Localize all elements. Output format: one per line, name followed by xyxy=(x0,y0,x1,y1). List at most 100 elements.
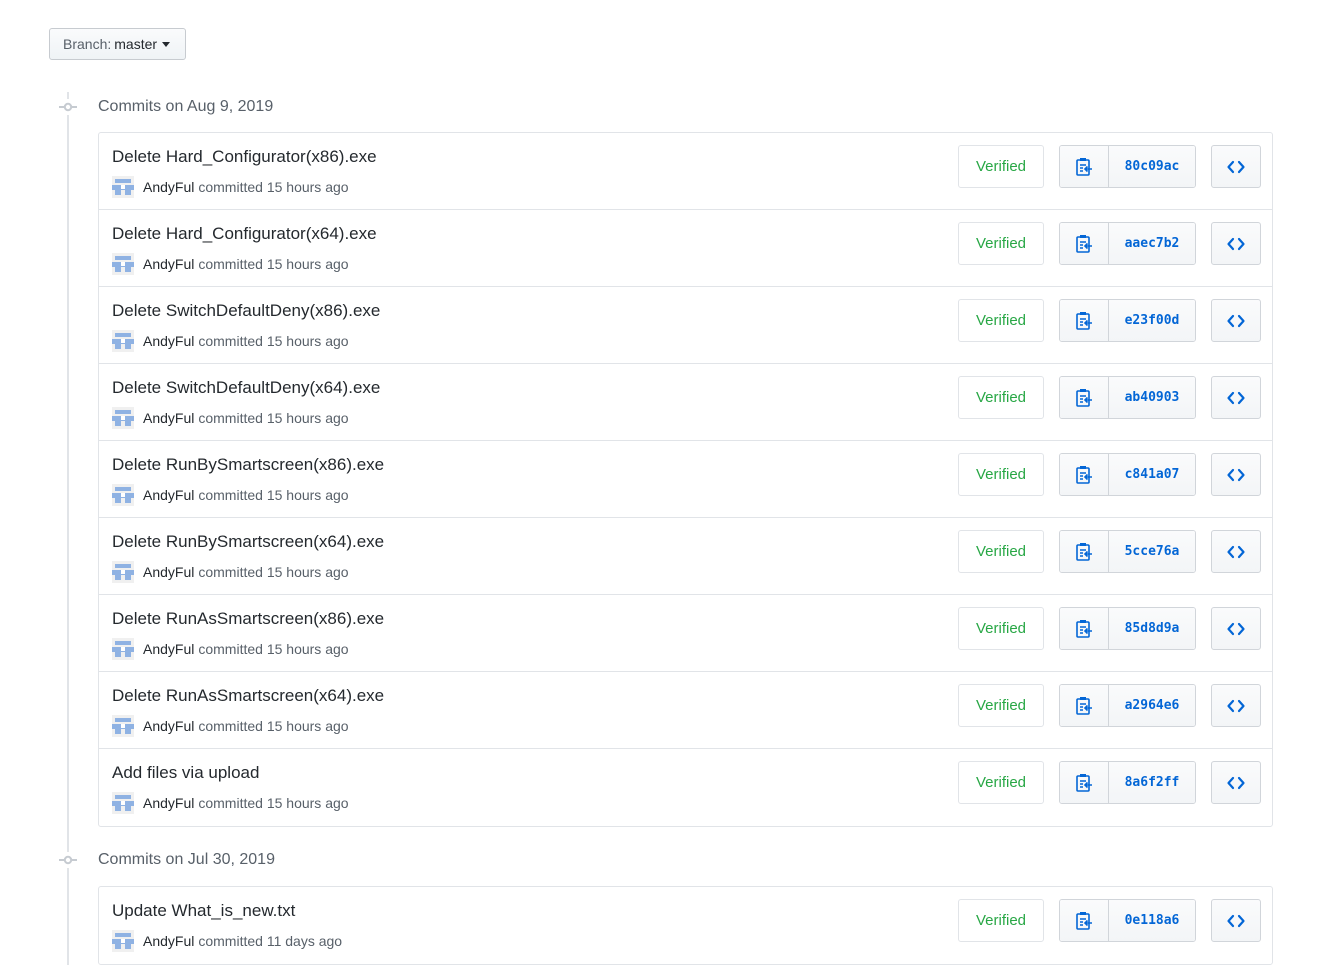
commit-author-link[interactable]: AndyFul xyxy=(143,641,194,657)
browse-repo-button[interactable] xyxy=(1211,530,1261,573)
copy-sha-button[interactable] xyxy=(1060,377,1109,418)
commit-sha-link[interactable]: 8a6f2ff xyxy=(1109,762,1195,803)
clipboard-icon xyxy=(1075,311,1093,331)
verified-badge[interactable]: Verified xyxy=(958,222,1044,265)
commit-message-link[interactable]: Delete RunBySmartscreen(x86).exe xyxy=(112,455,384,475)
commit-message-link[interactable]: Delete SwitchDefaultDeny(x86).exe xyxy=(112,301,380,321)
browse-repo-button[interactable] xyxy=(1211,376,1261,419)
commit-meta: AndyFul committed 15 hours ago xyxy=(112,484,349,506)
copy-sha-button[interactable] xyxy=(1060,223,1109,264)
copy-sha-button[interactable] xyxy=(1060,531,1109,572)
verified-badge[interactable]: Verified xyxy=(958,299,1044,342)
commit-message-link[interactable]: Add files via upload xyxy=(112,763,259,783)
avatar[interactable] xyxy=(112,484,134,506)
browse-repo-button[interactable] xyxy=(1211,684,1261,727)
browse-repo-button[interactable] xyxy=(1211,453,1261,496)
verified-badge[interactable]: Verified xyxy=(958,899,1044,942)
code-icon xyxy=(1227,391,1245,405)
commit-author-link[interactable]: AndyFul xyxy=(143,718,194,734)
clipboard-icon xyxy=(1075,157,1093,177)
commit-sha-link[interactable]: 0e118a6 xyxy=(1109,900,1195,941)
browse-repo-button[interactable] xyxy=(1211,299,1261,342)
copy-sha-button[interactable] xyxy=(1060,608,1109,649)
branch-select-button[interactable]: Branch: master xyxy=(49,28,186,60)
commit-row: Delete RunAsSmartscreen(x64).exe AndyFul c… xyxy=(99,672,1272,749)
commit-message-link[interactable]: Delete Hard_Configurator(x86).exe xyxy=(112,147,377,167)
commit-author-link[interactable]: AndyFul xyxy=(143,795,194,811)
avatar[interactable] xyxy=(112,930,134,952)
browse-repo-button[interactable] xyxy=(1211,607,1261,650)
commit-sha-link[interactable]: 80c09ac xyxy=(1109,146,1195,187)
browse-repo-button[interactable] xyxy=(1211,899,1261,942)
commit-sha-link[interactable]: aaec7b2 xyxy=(1109,223,1195,264)
copy-sha-button[interactable] xyxy=(1060,900,1109,941)
code-icon xyxy=(1227,160,1245,174)
code-icon xyxy=(1227,237,1245,251)
commit-message-link[interactable]: Delete Hard_Configurator(x64).exe xyxy=(112,224,377,244)
commit-meta: AndyFul committed 15 hours ago xyxy=(112,330,349,352)
verified-badge[interactable]: Verified xyxy=(958,607,1044,650)
commit-meta: AndyFul committed 15 hours ago xyxy=(112,253,349,275)
sha-button-group: 8a6f2ff xyxy=(1059,761,1196,804)
commit-sha-link[interactable]: a2964e6 xyxy=(1109,685,1195,726)
copy-sha-button[interactable] xyxy=(1060,300,1109,341)
copy-sha-button[interactable] xyxy=(1060,146,1109,187)
commit-author-link[interactable]: AndyFul xyxy=(143,410,194,426)
clipboard-icon xyxy=(1075,234,1093,254)
avatar[interactable] xyxy=(112,792,134,814)
commit-row: Delete SwitchDefaultDeny(x86).exe AndyFul… xyxy=(99,287,1272,364)
avatar[interactable] xyxy=(112,715,134,737)
branch-name: master xyxy=(114,36,158,52)
commit-sha-link[interactable]: ab40903 xyxy=(1109,377,1195,418)
verified-badge[interactable]: Verified xyxy=(958,761,1044,804)
copy-sha-button[interactable] xyxy=(1060,454,1109,495)
commit-author-link[interactable]: AndyFul xyxy=(143,256,194,272)
commit-author-link[interactable]: AndyFul xyxy=(143,179,194,195)
commit-message-link[interactable]: Update What_is_new.txt xyxy=(112,901,295,921)
sha-button-group: 5cce76a xyxy=(1059,530,1196,573)
clipboard-icon xyxy=(1075,542,1093,562)
verified-badge[interactable]: Verified xyxy=(958,530,1044,573)
commit-message-link[interactable]: Delete RunBySmartscreen(x64).exe xyxy=(112,532,384,552)
commit-meta: AndyFul committed 15 hours ago xyxy=(112,407,349,429)
avatar[interactable] xyxy=(112,330,134,352)
code-icon xyxy=(1227,776,1245,790)
commit-sha-link[interactable]: 5cce76a xyxy=(1109,531,1195,572)
browse-repo-button[interactable] xyxy=(1211,145,1261,188)
commit-message-link[interactable]: Delete SwitchDefaultDeny(x64).exe xyxy=(112,378,380,398)
commit-author-link[interactable]: AndyFul xyxy=(143,933,194,949)
sha-button-group: 0e118a6 xyxy=(1059,899,1196,942)
avatar[interactable] xyxy=(112,561,134,583)
sha-button-group: ab40903 xyxy=(1059,376,1196,419)
avatar[interactable] xyxy=(112,638,134,660)
commit-time: committed 15 hours ago xyxy=(198,333,349,349)
commit-time: committed 11 days ago xyxy=(198,933,343,949)
browse-repo-button[interactable] xyxy=(1211,222,1261,265)
sha-button-group: 80c09ac xyxy=(1059,145,1196,188)
commit-time: committed 15 hours ago xyxy=(198,641,349,657)
commit-author-link[interactable]: AndyFul xyxy=(143,564,194,580)
commit-author-link[interactable]: AndyFul xyxy=(143,487,194,503)
verified-badge[interactable]: Verified xyxy=(958,376,1044,419)
sha-button-group: a2964e6 xyxy=(1059,684,1196,727)
avatar[interactable] xyxy=(112,253,134,275)
verified-badge[interactable]: Verified xyxy=(958,684,1044,727)
verified-badge[interactable]: Verified xyxy=(958,453,1044,496)
commit-sha-link[interactable]: c841a07 xyxy=(1109,454,1195,495)
commit-author-link[interactable]: AndyFul xyxy=(143,333,194,349)
commit-time: committed 15 hours ago xyxy=(198,487,349,503)
avatar[interactable] xyxy=(112,407,134,429)
commit-group-title: Commits on Aug 9, 2019 xyxy=(98,98,274,115)
copy-sha-button[interactable] xyxy=(1060,762,1109,803)
commit-sha-link[interactable]: e23f00d xyxy=(1109,300,1195,341)
verified-badge[interactable]: Verified xyxy=(958,145,1044,188)
browse-repo-button[interactable] xyxy=(1211,761,1261,804)
commit-row: Add files via upload AndyFul committed 15 … xyxy=(99,749,1272,826)
commit-message-link[interactable]: Delete RunAsSmartscreen(x86).exe xyxy=(112,609,384,629)
copy-sha-button[interactable] xyxy=(1060,685,1109,726)
commit-group-title: Commits on Jul 30, 2019 xyxy=(98,851,275,868)
commit-sha-link[interactable]: 85d8d9a xyxy=(1109,608,1195,649)
avatar[interactable] xyxy=(112,176,134,198)
commit-message-link[interactable]: Delete RunAsSmartscreen(x64).exe xyxy=(112,686,384,706)
timeline-line xyxy=(67,92,69,965)
